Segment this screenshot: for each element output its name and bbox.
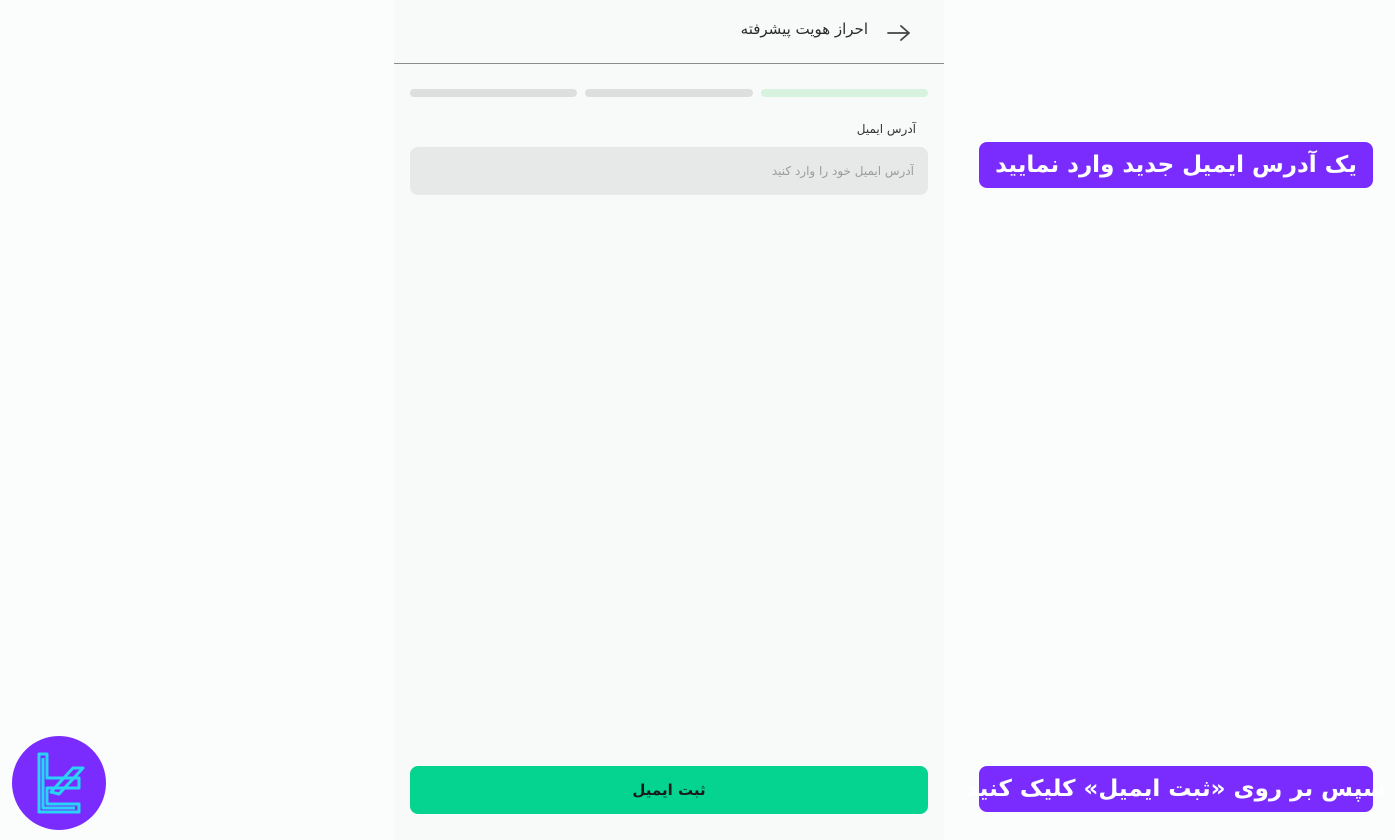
page-header: احراز هویت پیشرفته — [394, 0, 944, 64]
submit-email-button[interactable]: ثبت ایمیل — [410, 766, 928, 814]
arrow-right-icon — [887, 25, 910, 41]
brand-logo-icon — [37, 752, 85, 814]
verification-panel: احراز هویت پیشرفته آدرس ایمیل ثبت ایمیل — [394, 0, 944, 840]
instruction-callout-step1: یک آدرس ایمیل جدید وارد نمایید — [979, 142, 1373, 188]
progress-step-1 — [760, 89, 928, 97]
progress-steps — [410, 89, 928, 97]
progress-step-3 — [410, 89, 578, 97]
progress-step-2 — [585, 89, 753, 97]
page-title: احراز هویت پیشرفته — [740, 20, 868, 38]
instruction-callout-step2: سپس بر روی «ثبت ایمیل» کلیک کنید — [966, 766, 1386, 812]
email-input[interactable] — [410, 147, 928, 195]
email-label: آدرس ایمیل — [856, 122, 916, 136]
brand-logo — [12, 736, 106, 830]
back-button[interactable] — [884, 19, 914, 47]
